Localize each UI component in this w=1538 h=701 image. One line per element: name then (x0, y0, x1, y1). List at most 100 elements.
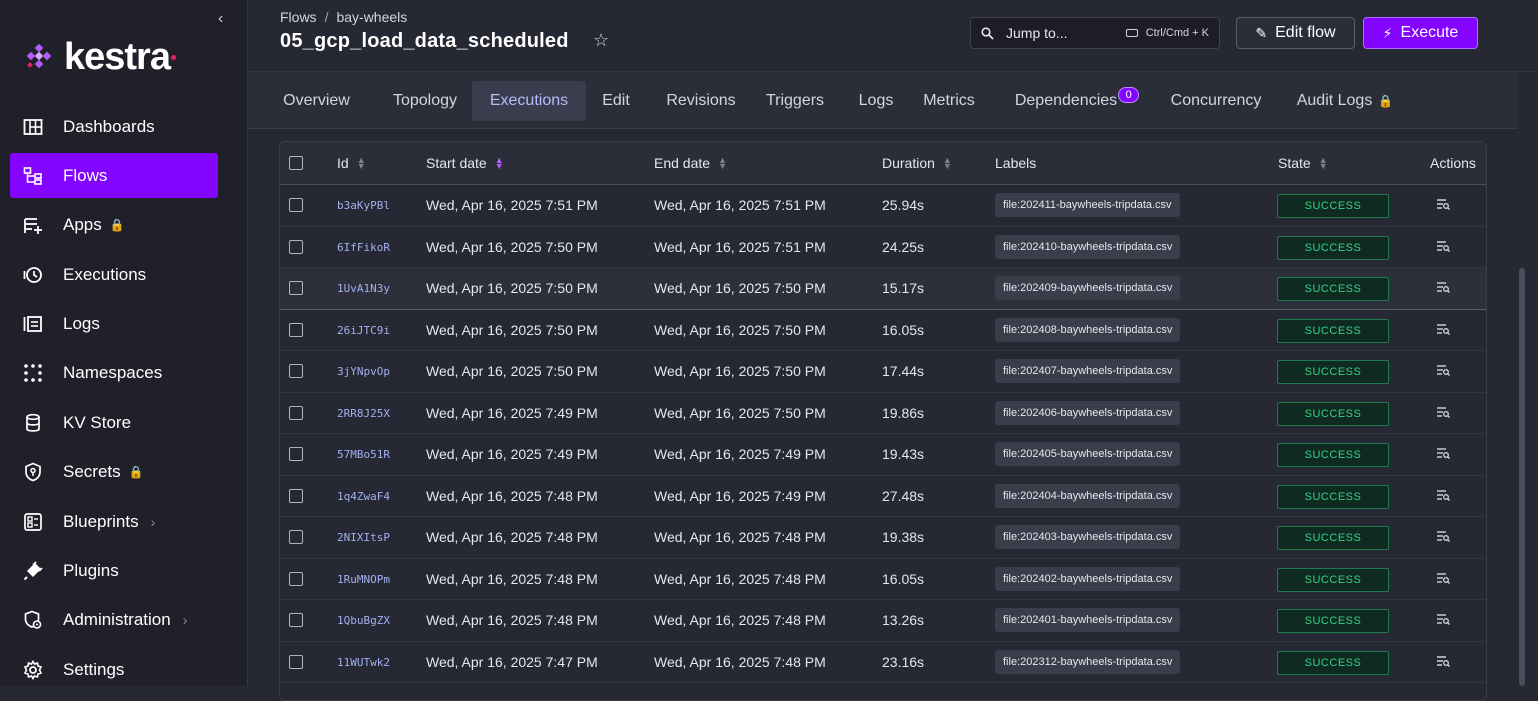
tab-triggers[interactable]: Triggers (753, 81, 837, 121)
edit-flow-button[interactable]: ✎ Edit flow (1236, 17, 1355, 49)
tab-overview[interactable]: Overview (275, 81, 358, 121)
label-chip[interactable]: file:202409-baywheels-tripdata.csv (995, 276, 1181, 300)
end-date: Wed, Apr 16, 2025 7:50 PM (654, 321, 826, 338)
column-end-date[interactable]: End date ▲ ▼ (654, 155, 727, 171)
tab-revisions[interactable]: Revisions (651, 81, 751, 121)
details-icon[interactable] (1437, 198, 1450, 213)
table-row[interactable]: 2RR8J25X Wed, Apr 16, 2025 7:49 PM Wed, Ap… (280, 393, 1486, 434)
tab-concurrency[interactable]: Concurrency (1161, 81, 1271, 121)
label-chip[interactable]: file:202404-baywheels-tripdata.csv (995, 483, 1181, 508)
label-chip[interactable]: file:202407-baywheels-tripdata.csv (995, 359, 1181, 383)
row-checkbox[interactable] (289, 322, 303, 337)
table-row[interactable]: 57MBo51R Wed, Apr 16, 2025 7:49 PM Wed, Ap… (280, 434, 1486, 476)
table-row[interactable]: b3aKyPBl Wed, Apr 16, 2025 7:51 PM Wed, Ap… (280, 185, 1486, 227)
row-checkbox[interactable] (289, 447, 303, 461)
table-row[interactable]: 3jYNpvOp Wed, Apr 16, 2025 7:50 PM Wed, Ap… (280, 351, 1486, 393)
label-chip[interactable]: file:202406-baywheels-tripdata.csv (995, 400, 1181, 425)
details-icon[interactable] (1437, 281, 1450, 296)
execution-id-link[interactable]: 2NIXItsP (337, 531, 390, 544)
row-checkbox[interactable] (289, 654, 303, 669)
table-row[interactable]: 26iJTC9i Wed, Apr 16, 2025 7:50 PM Wed, Ap… (280, 310, 1486, 351)
select-all-checkbox[interactable] (289, 156, 303, 170)
execution-id-link[interactable]: 1QbuBgZX (337, 614, 390, 627)
sidebar-item-logs[interactable]: Logs (10, 302, 218, 347)
details-icon[interactable] (1437, 323, 1450, 338)
details-icon[interactable] (1437, 489, 1450, 504)
label-chip[interactable]: file:202408-baywheels-tripdata.csv (995, 317, 1181, 342)
breadcrumb-namespace[interactable]: bay-wheels (336, 9, 407, 25)
row-checkbox[interactable] (289, 530, 303, 544)
execution-id-link[interactable]: 1RuMNOPm (337, 573, 390, 586)
execute-button[interactable]: ⚡ Execute (1363, 17, 1478, 49)
table-row[interactable]: 1q4ZwaF4 Wed, Apr 16, 2025 7:48 PM Wed, Ap… (280, 476, 1486, 517)
row-checkbox[interactable] (289, 281, 303, 295)
tab-metrics[interactable]: Metrics (915, 81, 983, 121)
tab-topology[interactable]: Topology (375, 81, 475, 121)
label-chip[interactable]: file:202402-baywheels-tripdata.csv (995, 566, 1181, 591)
row-checkbox[interactable] (289, 198, 303, 212)
details-icon[interactable] (1437, 364, 1450, 379)
row-checkbox[interactable] (289, 364, 303, 378)
sidebar-item-kv-store[interactable]: KV Store (10, 400, 218, 445)
column-state[interactable]: State ▲ ▼ (1278, 155, 1328, 171)
details-icon[interactable] (1437, 240, 1450, 255)
column-id[interactable]: Id ▲ ▼ (337, 155, 366, 171)
execution-id-link[interactable]: 6IfFikoR (337, 241, 390, 254)
details-icon[interactable] (1437, 655, 1450, 670)
sidebar-item-dashboards[interactable]: Dashboards (10, 104, 218, 149)
collapse-sidebar-icon[interactable]: ‹ (218, 10, 223, 28)
breadcrumb-flows[interactable]: Flows (280, 9, 317, 25)
tab-executions[interactable]: Executions (472, 81, 586, 121)
row-checkbox[interactable] (289, 239, 303, 254)
star-icon[interactable]: ☆ (593, 30, 609, 51)
execution-id-link[interactable]: 26iJTC9i (337, 324, 390, 337)
row-checkbox[interactable] (289, 488, 303, 503)
details-icon[interactable] (1437, 447, 1450, 462)
tab-edit[interactable]: Edit (589, 81, 643, 121)
sidebar-item-secrets[interactable]: Secrets 🔒 (10, 450, 218, 495)
search-icon (981, 26, 994, 40)
execution-id-link[interactable]: 11WUTwk2 (337, 656, 390, 669)
sidebar-item-namespaces[interactable]: Namespaces (10, 351, 218, 396)
details-icon[interactable] (1437, 530, 1450, 545)
sidebar-item-apps[interactable]: Apps 🔒 (10, 203, 218, 248)
sidebar-item-plugins[interactable]: Plugins (10, 549, 218, 594)
table-row[interactable]: 1UvA1N3y Wed, Apr 16, 2025 7:50 PM Wed, Ap… (280, 268, 1486, 310)
sidebar-item-flows[interactable]: Flows (10, 153, 218, 199)
tab-dependencies[interactable]: Dependencies 0 (1003, 81, 1151, 121)
jump-to-search[interactable]: Jump to... Ctrl/Cmd + K (970, 17, 1220, 49)
tab-audit-logs[interactable]: Audit Logs 🔒 (1289, 81, 1401, 121)
label-chip[interactable]: file:202403-baywheels-tripdata.csv (995, 525, 1181, 549)
label-chip[interactable]: file:202401-baywheels-tripdata.csv (995, 608, 1181, 632)
table-row[interactable]: 1RuMNOPm Wed, Apr 16, 2025 7:48 PM Wed, Ap… (280, 559, 1486, 600)
label-chip[interactable]: file:202312-baywheels-tripdata.csv (995, 649, 1181, 674)
sidebar-item-blueprints[interactable]: Blueprints › (10, 499, 218, 544)
execution-id-link[interactable]: 3jYNpvOp (337, 365, 390, 378)
sidebar-item-administration[interactable]: Administration › (10, 598, 218, 643)
sidebar-item-executions[interactable]: Executions (10, 252, 218, 297)
execution-id-link[interactable]: 1UvA1N3y (337, 282, 390, 295)
kestra-logo[interactable]: kestra (24, 36, 176, 79)
table-row[interactable]: 11WUTwk2 Wed, Apr 16, 2025 7:47 PM Wed, Ap… (280, 642, 1486, 683)
details-icon[interactable] (1437, 406, 1450, 421)
end-date: Wed, Apr 16, 2025 7:50 PM (654, 280, 826, 296)
column-start-date[interactable]: Start date ▲ ▼ (426, 155, 504, 171)
tab-logs[interactable]: Logs (847, 81, 905, 121)
table-row[interactable]: 2NIXItsP Wed, Apr 16, 2025 7:48 PM Wed, Ap… (280, 517, 1486, 559)
table-row[interactable]: 1QbuBgZX Wed, Apr 16, 2025 7:48 PM Wed, Ap… (280, 600, 1486, 642)
table-row[interactable]: 6IfFikoR Wed, Apr 16, 2025 7:50 PM Wed, Ap… (280, 227, 1486, 268)
scrollbar-thumb[interactable] (1519, 268, 1525, 686)
label-chip[interactable]: file:202410-baywheels-tripdata.csv (995, 234, 1181, 259)
execution-id-link[interactable]: 57MBo51R (337, 448, 390, 461)
row-checkbox[interactable] (289, 405, 303, 420)
details-icon[interactable] (1437, 572, 1450, 587)
execution-id-link[interactable]: b3aKyPBl (337, 199, 390, 212)
details-icon[interactable] (1437, 613, 1450, 628)
execution-id-link[interactable]: 1q4ZwaF4 (337, 490, 390, 503)
label-chip[interactable]: file:202411-baywheels-tripdata.csv (995, 193, 1180, 217)
row-checkbox[interactable] (289, 613, 303, 627)
row-checkbox[interactable] (289, 571, 303, 586)
column-duration[interactable]: Duration ▲ ▼ (882, 155, 952, 171)
execution-id-link[interactable]: 2RR8J25X (337, 407, 390, 420)
label-chip[interactable]: file:202405-baywheels-tripdata.csv (995, 442, 1181, 466)
